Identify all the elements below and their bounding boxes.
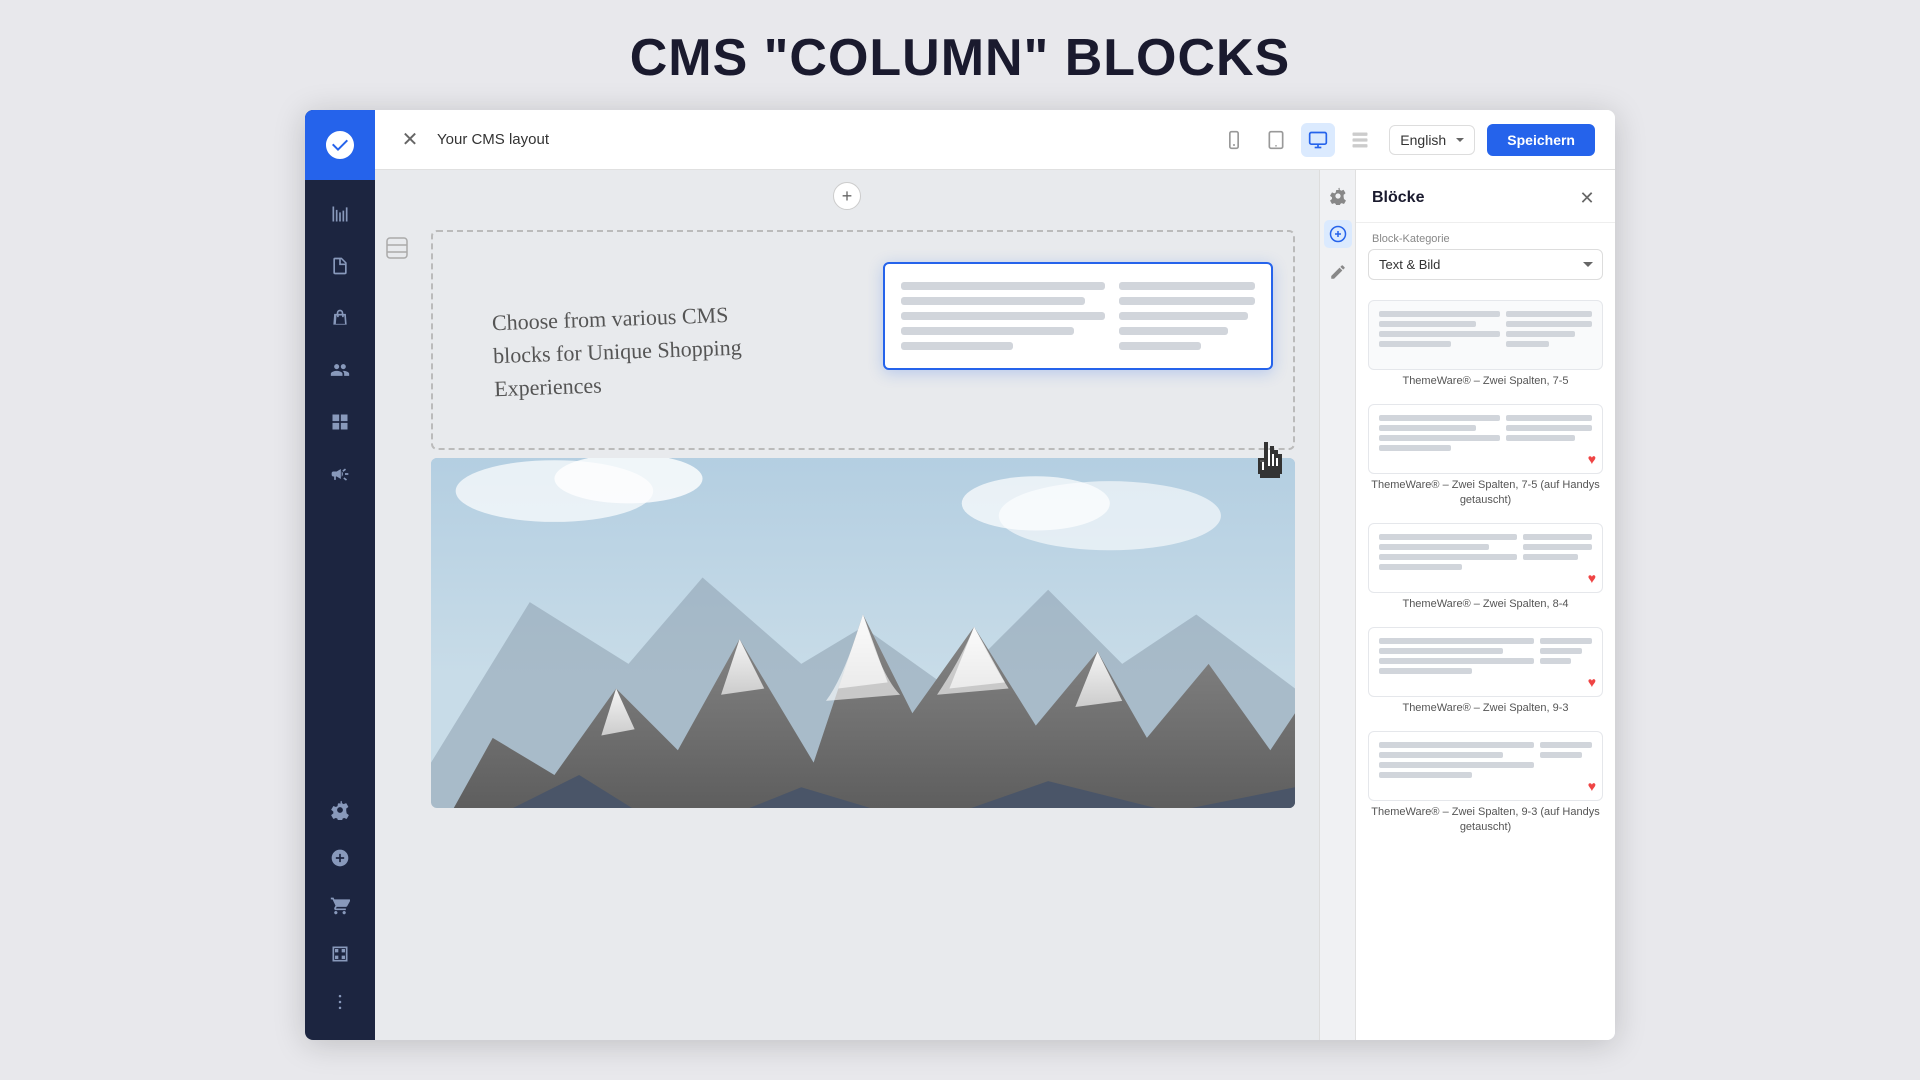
block-name-2: ThemeWare® – Zwei Spalten, 7-5 (auf Hand… <box>1368 478 1603 507</box>
editor-area: ✕ Your CMS layout <box>375 110 1615 1040</box>
editor-content: + <box>375 170 1615 1040</box>
sidebar-table-icon[interactable] <box>318 932 362 976</box>
block-preview-4: ♥ <box>1368 627 1603 697</box>
canvas-row: Choose from various CMSblocks for Unique… <box>375 222 1319 820</box>
block-grid <box>1379 534 1592 570</box>
handwriting-annotation: Choose from various CMSblocks for Unique… <box>491 295 794 404</box>
panel-add-block-icon[interactable] <box>1324 220 1352 248</box>
favorite-heart-icon[interactable]: ♥ <box>1588 674 1596 690</box>
list-item[interactable]: ThemeWare® – Zwei Spalten, 7-5 <box>1368 300 1603 388</box>
sidebar-analytics-icon[interactable] <box>318 192 362 236</box>
blocks-sidebar: Blöcke ✕ Block-Kategorie Text & Bild <box>1355 170 1615 1040</box>
left-col-preview <box>901 282 1105 350</box>
kategorie-label: Block-Kategorie <box>1356 223 1615 249</box>
favorite-heart-icon[interactable]: ♥ <box>1588 451 1596 467</box>
sidebar-users-icon[interactable] <box>318 348 362 392</box>
canvas-main: Choose from various CMSblocks for Unique… <box>419 222 1319 820</box>
panel-gear-icon[interactable] <box>1324 182 1352 210</box>
list-view-button[interactable] <box>1343 123 1377 157</box>
sidebar-pages-icon[interactable] <box>318 244 362 288</box>
cms-block-area: Choose from various CMSblocks for Unique… <box>431 230 1295 450</box>
view-controls <box>1217 123 1377 157</box>
panel-edit-icon[interactable] <box>1324 258 1352 286</box>
sidebar-gear-icon[interactable] <box>318 788 362 832</box>
canvas-wrapper: + <box>375 170 1319 1040</box>
cursor-icon <box>1243 433 1298 503</box>
block-grid <box>1379 638 1592 674</box>
logo[interactable] <box>305 110 375 180</box>
block-preview-5: ♥ <box>1368 731 1603 801</box>
block-grid <box>1379 311 1592 347</box>
main-container: ✕ Your CMS layout <box>0 110 1920 1080</box>
page-title: CMS "COLUMN" BLOCKS <box>0 28 1920 88</box>
block-name-3: ThemeWare® – Zwei Spalten, 8-4 <box>1368 597 1603 611</box>
block-name-4: ThemeWare® – Zwei Spalten, 9-3 <box>1368 701 1603 715</box>
blocks-list: ThemeWare® – Zwei Spalten, 7-5 <box>1356 292 1615 1040</box>
sidebar-more-icon[interactable] <box>318 980 362 1024</box>
layout-title: Your CMS layout <box>437 131 549 148</box>
left-sidebar <box>305 110 375 1040</box>
block-preview-3: ♥ <box>1368 523 1603 593</box>
save-button[interactable]: Speichern <box>1487 124 1595 156</box>
top-bar: ✕ Your CMS layout <box>375 110 1615 170</box>
block-grid <box>1379 742 1592 778</box>
sidebar-megaphone-icon[interactable] <box>318 452 362 496</box>
list-item[interactable]: ♥ ThemeWare® – Zwei Spalten, 9-3 (auf Ha… <box>1368 731 1603 834</box>
list-item[interactable]: ♥ ThemeWare® – Zwei Spalten, 8-4 <box>1368 523 1603 611</box>
blocks-header: Blöcke ✕ <box>1356 170 1615 223</box>
language-select[interactable]: English <box>1389 125 1475 155</box>
block-grid <box>1379 415 1592 451</box>
sidebar-shopping-icon[interactable] <box>318 296 362 340</box>
close-button[interactable]: ✕ <box>395 125 425 155</box>
row-layout-icon[interactable] <box>383 234 411 262</box>
cms-window: ✕ Your CMS layout <box>305 110 1615 1040</box>
favorite-heart-icon[interactable]: ♥ <box>1588 570 1596 586</box>
sidebar-layout-icon[interactable] <box>318 400 362 444</box>
list-item[interactable]: ♥ ThemeWare® – Zwei Spalten, 7-5 (auf Ha… <box>1368 404 1603 507</box>
page-title-area: CMS "COLUMN" BLOCKS <box>0 0 1920 110</box>
favorite-heart-icon[interactable]: ♥ <box>1588 778 1596 794</box>
block-name-1: ThemeWare® – Zwei Spalten, 7-5 <box>1368 374 1603 388</box>
mountain-image <box>431 458 1295 808</box>
sidebar-cart-icon[interactable] <box>318 884 362 928</box>
kategorie-select[interactable]: Text & Bild <box>1368 249 1603 280</box>
desktop-view-button[interactable] <box>1301 123 1335 157</box>
right-col-preview <box>1119 282 1255 350</box>
canvas-left-panel <box>375 222 419 820</box>
list-item[interactable]: ♥ ThemeWare® – Zwei Spalten, 9-3 <box>1368 627 1603 715</box>
blocks-close-button[interactable]: ✕ <box>1575 186 1599 210</box>
selected-block-preview <box>883 262 1273 370</box>
block-preview-1 <box>1368 300 1603 370</box>
tablet-view-button[interactable] <box>1259 123 1293 157</box>
mobile-view-button[interactable] <box>1217 123 1251 157</box>
logo-icon <box>322 127 358 163</box>
add-row-area: + <box>375 170 1319 222</box>
block-name-5: ThemeWare® – Zwei Spalten, 9-3 (auf Hand… <box>1368 805 1603 834</box>
right-panel <box>1319 170 1355 1040</box>
sidebar-plus-icon[interactable] <box>318 836 362 880</box>
blocks-title: Blöcke <box>1372 189 1424 207</box>
add-block-button[interactable]: + <box>833 182 861 210</box>
block-preview-2: ♥ <box>1368 404 1603 474</box>
